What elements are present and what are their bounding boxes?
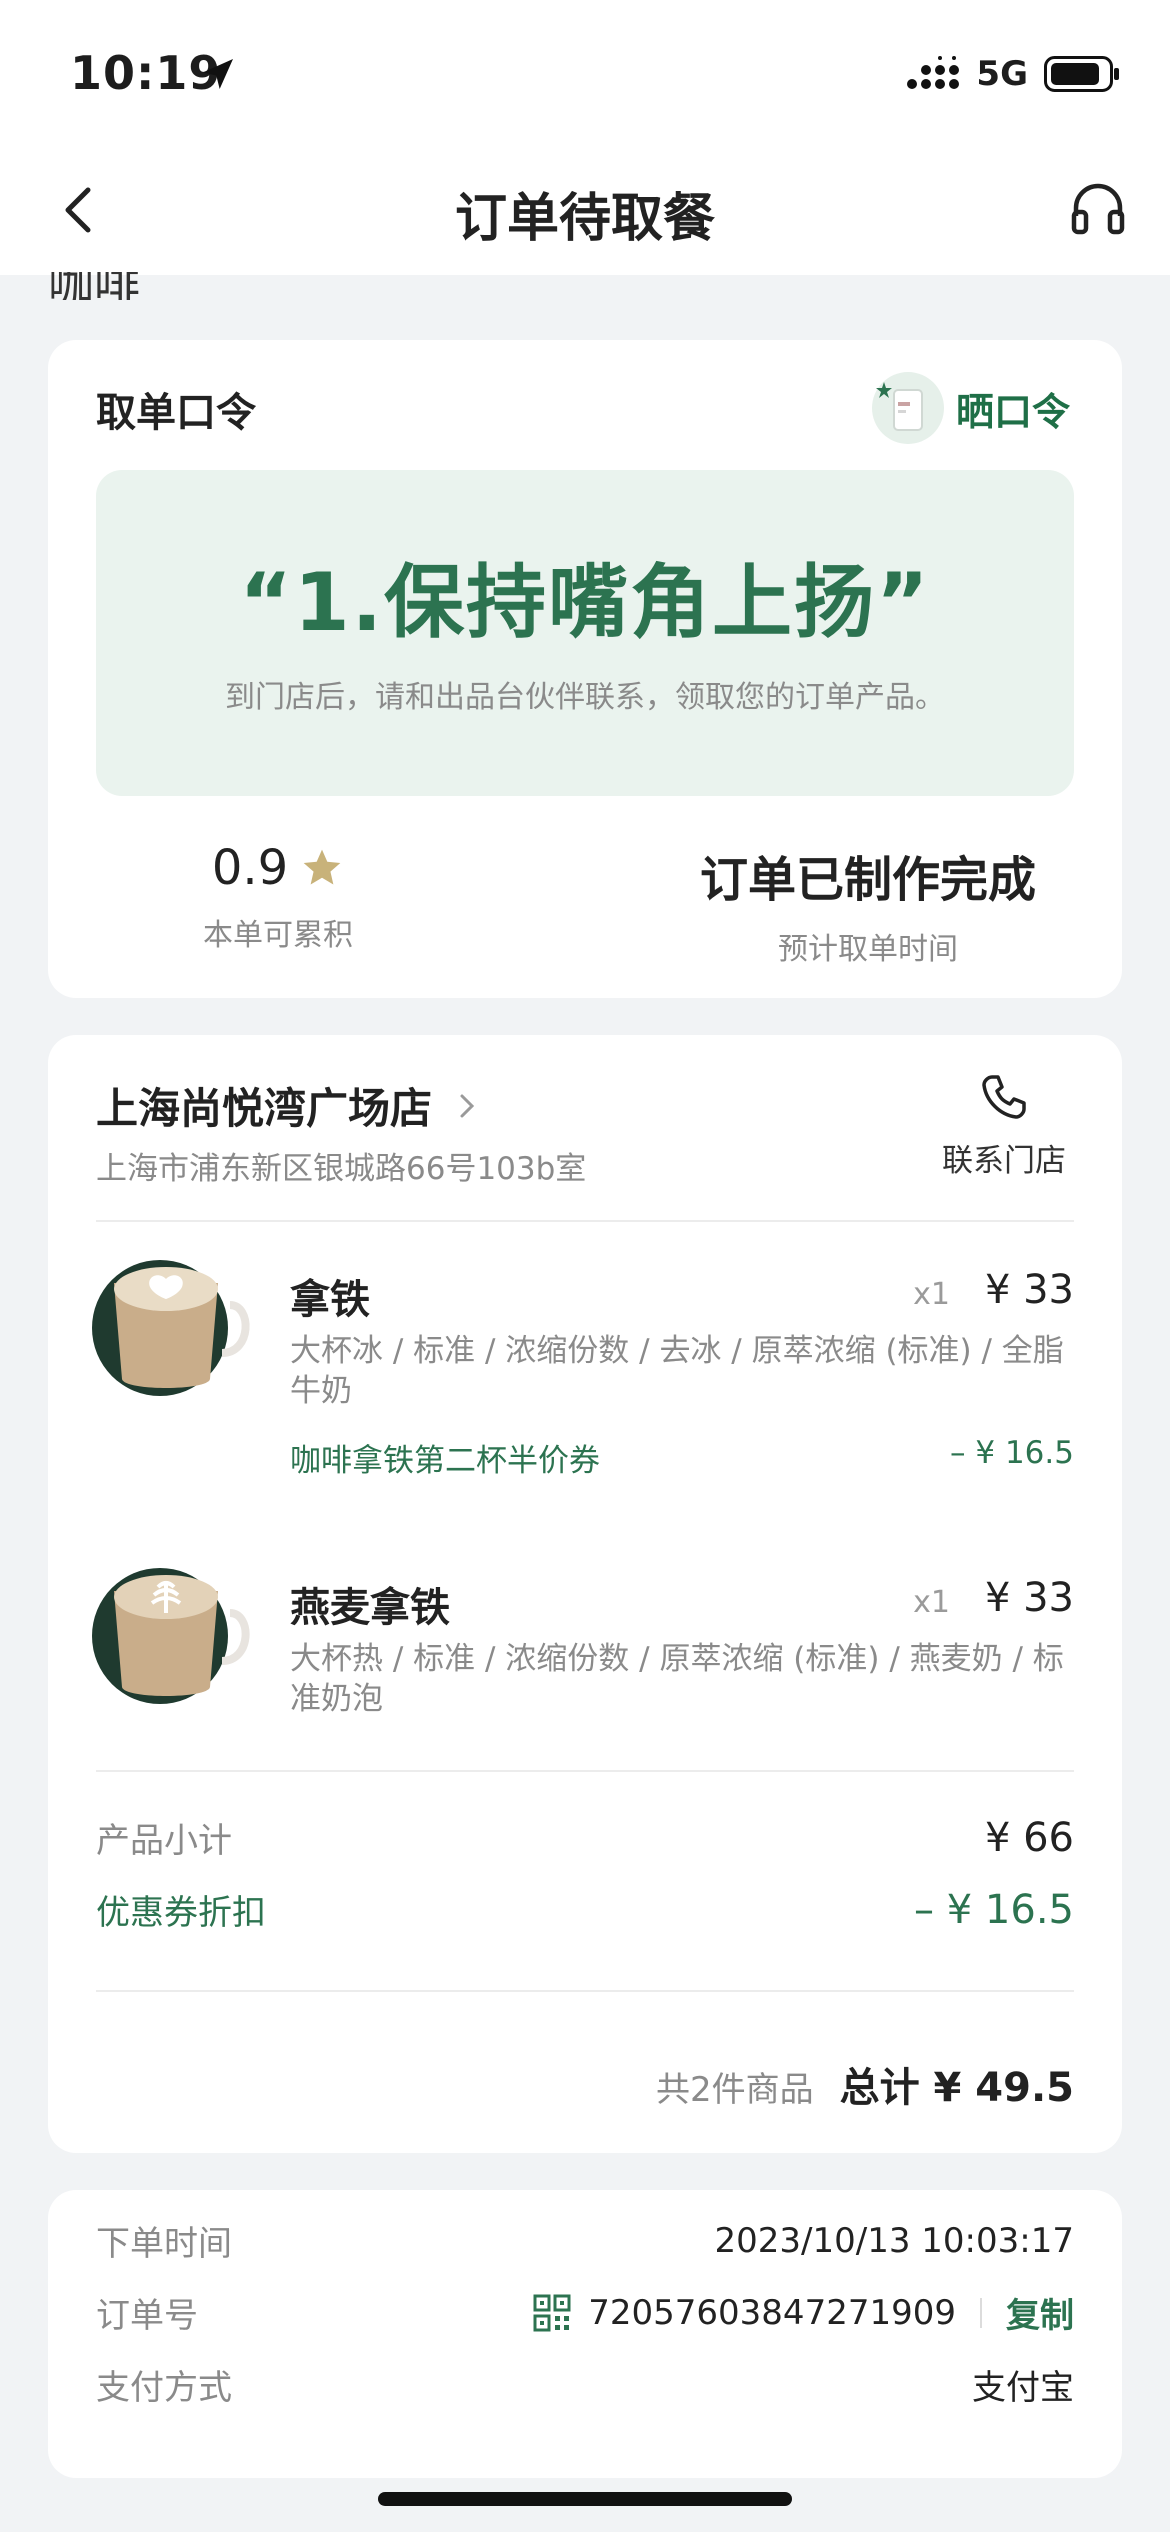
- coupon-discount-row: 优惠券折扣 – ¥ 16.5: [96, 1885, 1074, 1934]
- coupon-discount-label: 优惠券折扣: [96, 1893, 266, 1933]
- nav-bar: 订单待取餐: [0, 150, 1170, 275]
- item-quantity: x1: [913, 1585, 950, 1620]
- phone-icon: [982, 1075, 1026, 1119]
- order-number-label: 订单号: [96, 2296, 198, 2336]
- order-status-stat: 订单已制作完成 预计取单时间: [658, 840, 1078, 968]
- subtotal-label: 产品小计: [96, 1821, 232, 1861]
- stars-value: 0.9: [211, 840, 289, 896]
- signal-icon: [907, 56, 960, 89]
- status-indicators: 5G: [906, 52, 1120, 96]
- item-name: 拿铁: [290, 1277, 370, 1323]
- item-price: ¥ 33: [984, 1267, 1074, 1313]
- headset-icon[interactable]: [1066, 178, 1130, 242]
- item-spec: 大杯热 / 标准 / 浓缩份数 / 原萃浓缩 (标准) / 燕麦奶 / 标准奶泡: [290, 1641, 1064, 1717]
- order-time-row: 下单时间 2023/10/13 10:03:17: [96, 2216, 1074, 2265]
- divider: [96, 1220, 1074, 1222]
- network-type: 5G: [976, 54, 1028, 94]
- oat-latte-image: [92, 1568, 250, 1704]
- share-code-button[interactable]: 晒口令: [870, 370, 1070, 446]
- share-code-label: 晒口令: [955, 389, 1070, 434]
- pickup-code-card: 取单口令 晒口令 “1.保持嘴角上扬” 到门店后，请和出品台伙伴联系，领取您的订…: [48, 340, 1122, 998]
- subtotal-value: ¥ 66: [984, 1814, 1074, 1861]
- chevron-right-icon: [460, 1094, 475, 1117]
- latte-image: [92, 1260, 250, 1396]
- pickup-code-title: 取单口令: [96, 390, 256, 436]
- stars-label: 本单可累积: [203, 918, 353, 953]
- item-name: 燕麦拿铁: [290, 1585, 450, 1631]
- separator: [980, 2297, 982, 2328]
- order-time-label: 下单时间: [96, 2224, 232, 2264]
- store-link[interactable]: 上海尚悦湾广场店: [96, 1075, 482, 1136]
- coupon-discount-value: – ¥ 16.5: [914, 1886, 1074, 1933]
- subtotal-row: 产品小计 ¥ 66: [96, 1813, 1074, 1862]
- store-name: 上海尚悦湾广场店: [96, 1084, 433, 1133]
- page-title: 订单待取餐: [454, 189, 715, 249]
- order-detail-card: 上海尚悦湾广场店 上海市浦东新区银城路66号103b室 联系门店 拿铁 x1 ¥…: [48, 1035, 1122, 2153]
- battery-icon: [1044, 56, 1119, 92]
- order-number-value: 72057603847271909: [588, 2292, 956, 2333]
- item-discount: – ¥ 16.5: [950, 1435, 1074, 1471]
- total-amount: 总计 ¥ 49.5: [839, 2065, 1074, 2111]
- location-arrow-icon: [203, 59, 233, 89]
- item-price: ¥ 33: [984, 1575, 1074, 1621]
- payment-label: 支付方式: [96, 2368, 232, 2408]
- pickup-hint: 到门店后，请和出品台伙伴联系，领取您的订单产品。: [225, 680, 945, 715]
- order-status-value: 订单已制作完成: [699, 852, 1036, 908]
- total-row: 共2件商品 总计 ¥ 49.5: [656, 2055, 1074, 2113]
- order-number-row: 订单号 72057603847271909 复制: [96, 2288, 1074, 2337]
- copy-button[interactable]: 复制: [1006, 2288, 1074, 2337]
- item-quantity: x1: [913, 1277, 950, 1312]
- pickup-code-box: “1.保持嘴角上扬” 到门店后，请和出品台伙伴联系，领取您的订单产品。: [96, 470, 1074, 796]
- contact-store-button[interactable]: 联系门店: [934, 1071, 1074, 1180]
- order-info-card: 下单时间 2023/10/13 10:03:17 订单号 72057603847…: [48, 2190, 1122, 2478]
- item-spec: 大杯冰 / 标准 / 浓缩份数 / 去冰 / 原萃浓缩 (标准) / 全脂牛奶: [290, 1333, 1064, 1409]
- contact-store-label: 联系门店: [942, 1143, 1066, 1179]
- pickup-code: “1.保持嘴角上扬”: [239, 556, 931, 649]
- payment-row: 支付方式 支付宝: [96, 2360, 1074, 2409]
- status-bar: 10:19 5G: [0, 0, 1170, 150]
- divider: [96, 1770, 1074, 1772]
- item-coupon: 咖啡拿铁第二杯半价券: [290, 1443, 600, 1479]
- star-icon: [303, 849, 341, 885]
- divider: [96, 1990, 1074, 1992]
- order-time-value: 2023/10/13 10:03:17: [714, 2220, 1074, 2261]
- cup-icon: [871, 372, 944, 444]
- order-status-label: 预计取单时间: [778, 932, 958, 967]
- stars-stat: 0.9 本单可累积: [178, 840, 378, 954]
- payment-value: 支付宝: [972, 2368, 1074, 2408]
- item-count: 共2件商品: [655, 2070, 814, 2110]
- qr-code-icon[interactable]: [532, 2293, 572, 2333]
- store-address: 上海市浦东新区银城路66号103b室: [96, 1151, 587, 1187]
- home-indicator[interactable]: [378, 2492, 792, 2506]
